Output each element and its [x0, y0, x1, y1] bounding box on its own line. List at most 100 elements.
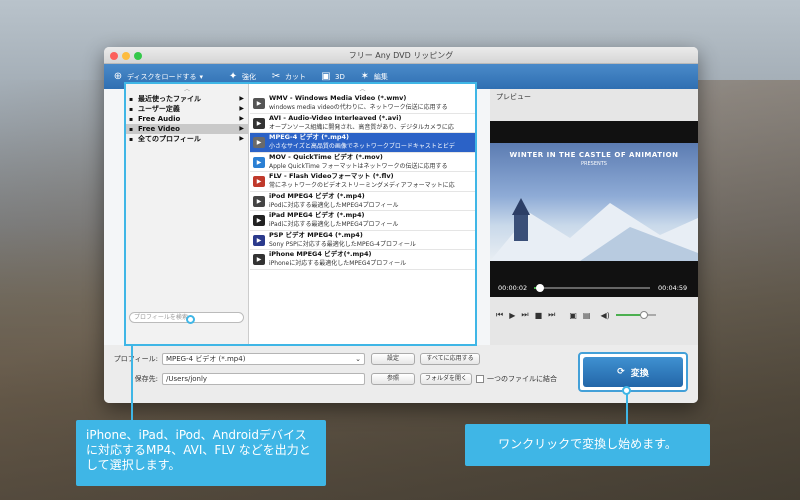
category-label: Free Video	[138, 125, 180, 133]
format-title: iPad MPEG4 ビデオ (*.mp4)	[269, 211, 365, 219]
merge-label: 一つのファイルに結合	[487, 375, 557, 383]
refresh-icon: ⟳	[617, 367, 625, 377]
format-item[interactable]: ▶ iPad MPEG4 ビデオ (*.mp4) iPadに対応する最適化したMPE…	[250, 211, 475, 231]
format-panel: ︿ ▶ WMV - Windows Media Video (*.wmv) wind…	[250, 84, 475, 344]
volume-icon[interactable]: ◀)	[600, 311, 609, 320]
video-title-text: WINTER IN THE CASTLE OF ANIMATION	[509, 151, 679, 159]
right-connector-line	[626, 392, 628, 424]
edit-label: 編集	[373, 72, 388, 81]
scissors-icon: ✂	[271, 70, 281, 82]
sparkle-icon: ✶	[360, 70, 370, 82]
category-item[interactable]: ▪ ユーザー定義 ▶	[126, 104, 248, 114]
format-title: PSP ビデオ MPEG4 (*.mp4)	[269, 230, 363, 239]
format-title: MOV - QuickTime ビデオ (*.mov)	[269, 152, 383, 161]
category-label: 最近使ったファイル	[138, 95, 201, 103]
seek-track[interactable]	[534, 284, 650, 292]
seek-handle[interactable]	[535, 284, 544, 292]
format-item[interactable]: ▶ PSP ビデオ MPEG4 (*.mp4) Sony PSPに対応する最適化した…	[250, 230, 475, 250]
quicktime-icon: ▶	[253, 156, 265, 168]
avi-icon: ▶	[253, 117, 265, 129]
flash-icon: ▶	[253, 176, 265, 187]
format-title: iPod MPEG4 ビデオ (*.mp4)	[269, 191, 365, 200]
profile-dropdown: ︿ ▪ 最近使ったファイル ▶ ▪ ユーザー定義 ▶ ▪ Free Audio ▶ ▪ Free V…	[124, 82, 477, 346]
profile-value: MPEG-4 ビデオ (*.mp4)	[166, 355, 246, 363]
load-disc-button[interactable]: ⊕ ディスクをロードする ▾	[112, 71, 203, 83]
enhance-button[interactable]: ✦ 強化	[227, 71, 256, 83]
convert-highlight: ⟳ 変換	[578, 352, 688, 392]
volume-handle[interactable]	[639, 311, 648, 319]
minimize-window-button[interactable]	[122, 52, 130, 60]
category-item[interactable]: ▪ Free Video ▶	[126, 124, 248, 134]
cut-button[interactable]: ✂ カット	[270, 71, 306, 83]
zoom-window-button[interactable]	[134, 52, 142, 60]
format-description: 常にネットワークのビデオストリーミングメディアフォーマットに応	[269, 182, 455, 189]
category-icon: ▪	[129, 136, 134, 143]
browse-button[interactable]: 参照	[371, 373, 415, 385]
category-item[interactable]: ▪ 全てのプロフィール ▶	[126, 134, 248, 144]
stop-icon[interactable]: ■	[535, 311, 543, 320]
disc-icon: ⊕	[113, 70, 123, 82]
category-item[interactable]: ▪ 最近使ったファイル ▶	[126, 94, 248, 104]
convert-button[interactable]: ⟳ 変換	[583, 357, 683, 387]
palette-icon: ✦	[228, 70, 238, 82]
left-callout: iPhone、iPad、iPod、Androidデバイスに対応するMP4、AVI…	[76, 420, 326, 486]
settings-button[interactable]: 設定	[371, 353, 415, 365]
total-time: 00:04:59	[658, 284, 688, 292]
enhance-label: 強化	[242, 72, 257, 81]
profile-select[interactable]: MPEG-4 ビデオ (*.mp4) ⌄	[162, 353, 365, 365]
format-description: Apple QuickTime フォーマットはネットワークの伝送に応用する	[269, 162, 448, 170]
preview-label: プレビュー	[496, 93, 531, 101]
folder-icon[interactable]: ▤	[583, 311, 591, 320]
chevron-down-icon: ▾	[199, 72, 204, 81]
next-icon[interactable]: ⏭	[548, 310, 555, 320]
iphone-icon: ▶	[253, 254, 265, 265]
volume-slider[interactable]	[615, 311, 656, 319]
category-panel: ︿ ▪ 最近使ったファイル ▶ ▪ ユーザー定義 ▶ ▪ Free Audio ▶ ▪ Free V…	[126, 84, 249, 344]
player-controls: ⏮ ▶ ⏭ ■ ⏭ ▣ ▤ ◀)	[490, 303, 698, 327]
category-item[interactable]: ▪ Free Audio ▶	[126, 114, 248, 124]
chevron-right-icon: ▶	[239, 105, 244, 112]
format-item[interactable]: ▶ AVI - Audio-Video Interleaved (*.avi) オー…	[250, 113, 475, 133]
ipad-icon: ▶	[253, 215, 265, 226]
format-title: MPEG-4 ビデオ (*.mp4)	[269, 133, 350, 141]
merge-checkbox[interactable]	[476, 375, 484, 383]
chevron-down-icon: ⌄	[355, 355, 361, 363]
snapshot-icon[interactable]: ▣	[569, 311, 577, 320]
close-window-button[interactable]	[110, 52, 118, 60]
play-icon[interactable]: ▶	[509, 311, 515, 320]
edit-button[interactable]: ✶ 編集	[359, 71, 388, 83]
format-description: 小さなサイズと高品質の画像でネットワークブロードキャストとビデ	[269, 143, 455, 150]
scroll-up-icon[interactable]: ︿	[250, 84, 475, 94]
three-d-button[interactable]: ▣ 3D	[320, 71, 345, 83]
format-item[interactable]: ▶ iPhone MPEG4 ビデオ(*.mp4) iPhoneに対応する最適化した…	[250, 250, 475, 270]
format-item[interactable]: ▶ MPEG-4 ビデオ (*.mp4) 小さなサイズと高品質の画像でネットワークブ…	[250, 133, 475, 153]
category-label: ユーザー定義	[138, 105, 180, 113]
format-title: AVI - Audio-Video Interleaved (*.avi)	[269, 113, 402, 122]
preview-panel: プレビュー WINTER IN THE CASTLE OF ANIMATION …	[490, 89, 698, 345]
format-item[interactable]: ▶ iPod MPEG4 ビデオ (*.mp4) iPodに対応する最適化したMPE…	[250, 191, 475, 211]
format-item[interactable]: ▶ FLV - Flash Videoフォーマット (*.flv) 常にネットワーク…	[250, 172, 475, 192]
format-item[interactable]: ▶ WMV - Windows Media Video (*.wmv) window…	[250, 94, 475, 114]
cut-label: カット	[285, 72, 307, 81]
apply-all-button[interactable]: すべてに応用する	[420, 353, 480, 365]
format-description: iPhoneに対応する最適化したMPEG4プロフィール	[269, 260, 407, 267]
open-folder-button[interactable]: フォルダを開く	[420, 373, 472, 385]
scroll-up-icon[interactable]: ︿	[126, 84, 248, 94]
format-title: FLV - Flash Videoフォーマット (*.flv)	[269, 172, 394, 180]
profile-label: プロフィール:	[113, 355, 158, 363]
format-item[interactable]: ▶ MOV - QuickTime ビデオ (*.mov) Apple QuickT…	[250, 152, 475, 172]
fast-forward-icon[interactable]: ⏭	[521, 310, 528, 320]
current-time: 00:00:02	[498, 284, 528, 292]
category-label: 全てのプロフィール	[138, 135, 201, 143]
rewind-icon[interactable]: ⏮	[496, 310, 503, 320]
ipod-icon: ▶	[253, 195, 265, 207]
chevron-right-icon: ▶	[239, 135, 244, 142]
format-description: iPodに対応する最適化したMPEG4プロフィール	[269, 201, 399, 209]
chevron-right-icon: ▶	[239, 115, 244, 122]
time-bar: 00:00:02 00:04:59	[490, 279, 698, 297]
right-callout: ワンクリックで変換し始めます。	[465, 424, 710, 466]
save-path-field[interactable]: /Users/jonly	[162, 373, 365, 385]
chevron-right-icon: ▶	[239, 125, 244, 132]
format-title: WMV - Windows Media Video (*.wmv)	[269, 94, 407, 102]
category-label: Free Audio	[138, 115, 181, 123]
